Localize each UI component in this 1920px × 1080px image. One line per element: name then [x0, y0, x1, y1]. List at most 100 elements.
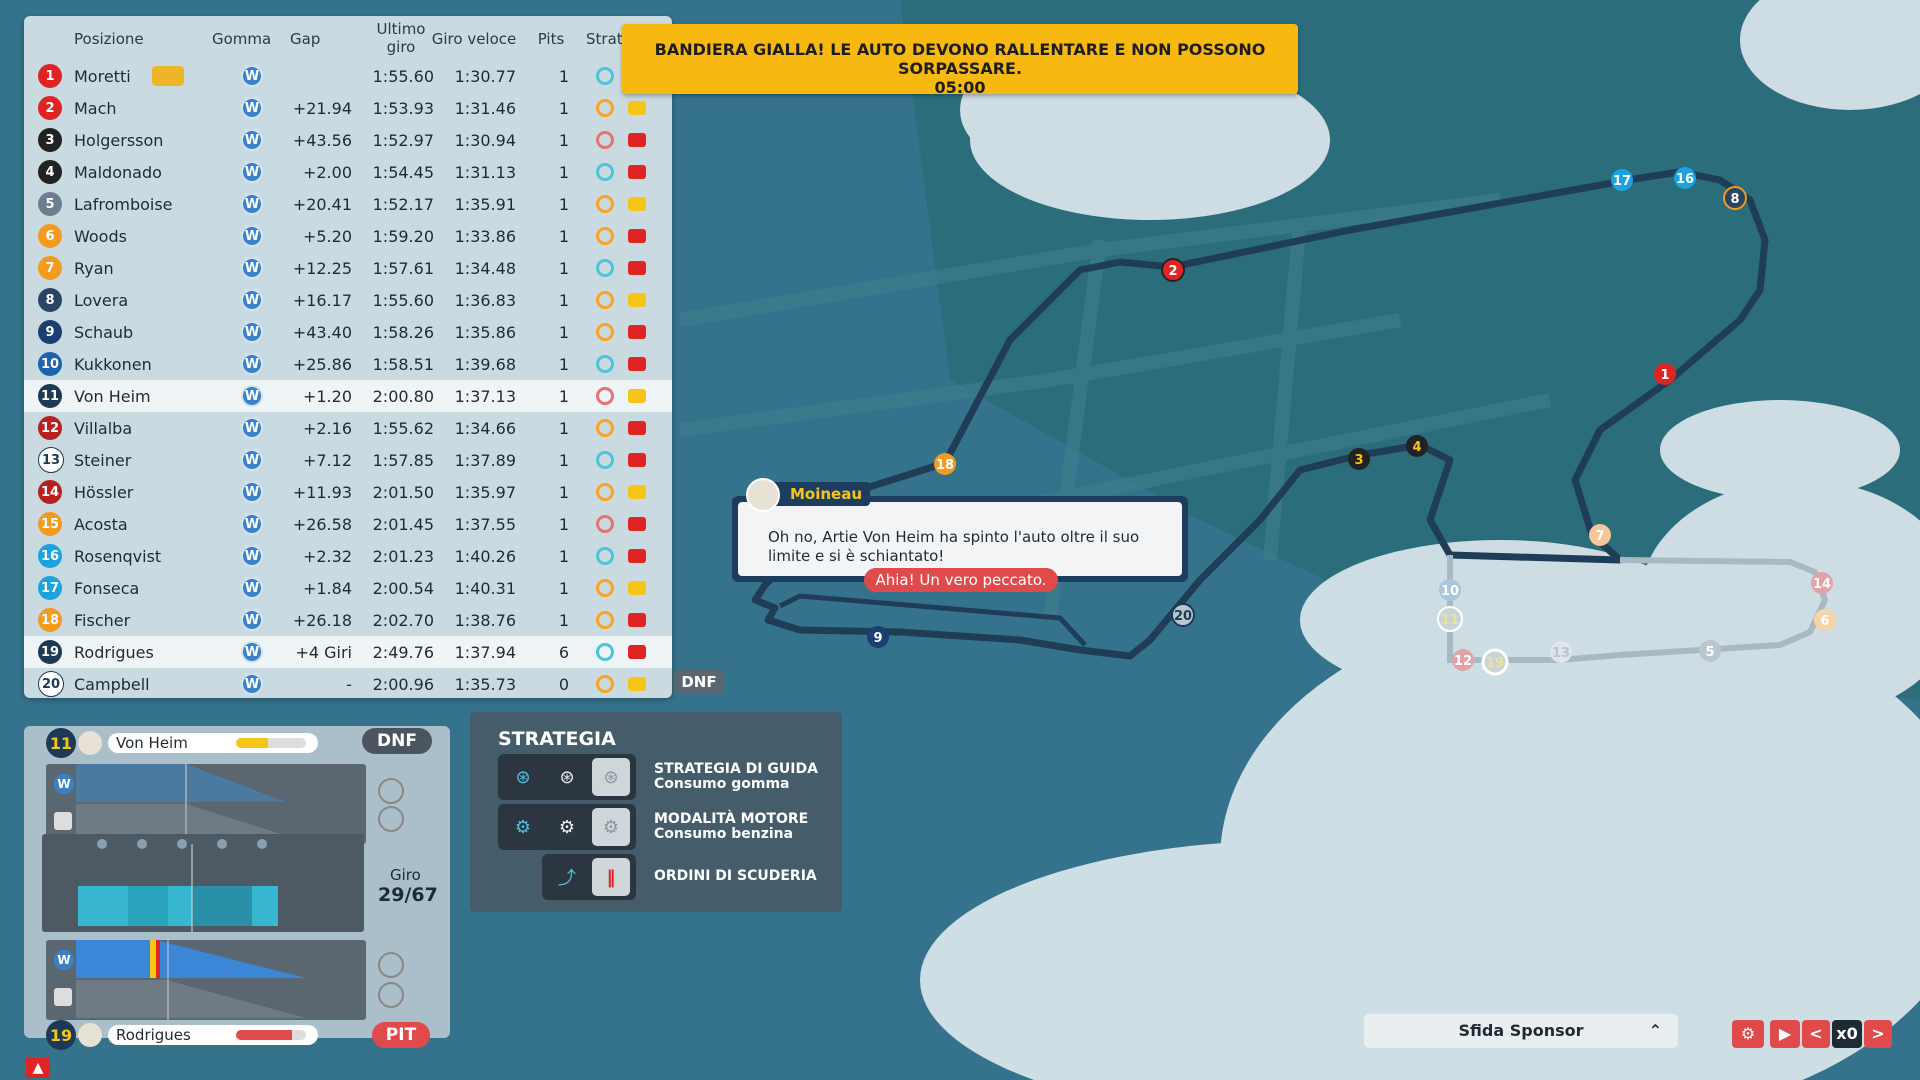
dialog-reply-button[interactable]: Ahia! Un vero peccato. [864, 568, 1058, 592]
table-row[interactable]: 9 Schaub W +43.40 1:58.26 1:35.86 1 [24, 316, 672, 348]
gap-value: +26.18 [292, 610, 352, 630]
drive-strategy-selector: ⊛ ⊛ ⊛ [498, 754, 636, 800]
drive-conserve-icon[interactable]: ⊛ [592, 758, 630, 796]
pits-value: 1 [558, 130, 570, 150]
position-badge: 16 [38, 544, 62, 568]
strategy-title: STRATEGIA [498, 728, 616, 750]
driver1-avatar [78, 731, 102, 755]
engine-high-icon[interactable]: ⚙ [504, 808, 542, 846]
table-row[interactable]: 10 Kukkonen W +25.86 1:58.51 1:39.68 1 [24, 348, 672, 380]
sponsor-challenge[interactable]: Sfida Sponsor ⌃ [1364, 1014, 1678, 1048]
table-row[interactable]: 12 Villalba W +2.16 1:55.62 1:34.66 1 [24, 412, 672, 444]
engine-medium-icon[interactable]: ⚙ [548, 808, 586, 846]
driver-name: Rodrigues [74, 642, 154, 662]
tyre-icon: W [241, 481, 263, 503]
gap-value: +26.58 [292, 514, 352, 534]
col-gap[interactable]: Gap [290, 30, 320, 48]
col-fastest[interactable]: Giro veloce [424, 30, 524, 48]
last-lap-value: 2:00.80 [372, 386, 434, 406]
col-tyre[interactable]: Gomma [212, 30, 271, 48]
table-row[interactable]: 13 Steiner W +7.12 1:57.85 1:37.89 1 [24, 444, 672, 476]
drive-strategy-icon [596, 163, 614, 181]
table-row[interactable]: 1 Moretti W 1:55.60 1:30.77 1 [24, 60, 672, 92]
driver-name: Acosta [74, 514, 128, 534]
flag-timer: 05:00 [934, 78, 986, 97]
table-row[interactable]: 20 Campbell W -2:00.96 1:35.73 0 [24, 668, 672, 698]
driver2-tyre-icon: W [54, 950, 74, 970]
table-row[interactable]: 18 Fischer W +26.18 2:02.70 1:38.76 1 [24, 604, 672, 636]
fastest-lap-value: 1:37.13 [454, 386, 516, 406]
driver1-drive-icon[interactable] [378, 778, 404, 804]
drive-strategy-icon [596, 515, 614, 533]
table-row[interactable]: 2 Mach W +21.94 1:53.93 1:31.46 1 [24, 92, 672, 124]
table-row[interactable]: 19 Rodrigues W +4 Giri 2:49.76 1:37.94 6 [24, 636, 672, 668]
engine-mode-selector: ⚙ ⚙ ⚙ [498, 804, 636, 850]
last-lap-value: 2:02.70 [372, 610, 434, 630]
drive-strategy-icon [596, 451, 614, 469]
svg-text:14: 14 [1813, 577, 1831, 592]
car-marker-13: 13 [1550, 641, 1572, 663]
fastest-lap-value: 1:36.83 [454, 290, 516, 310]
warning-icon[interactable]: ▲ [26, 1058, 50, 1078]
pits-value: 1 [558, 546, 570, 566]
svg-text:1: 1 [1660, 368, 1669, 383]
driver-name: Moretti [74, 66, 131, 86]
car-marker-20: 20 [1171, 603, 1195, 627]
gap-value: +7.12 [302, 450, 352, 470]
gap-value: +11.93 [292, 482, 352, 502]
engine-low-icon[interactable]: ⚙ [592, 808, 630, 846]
table-header: Posizione Gomma Gap Ultimo giro Giro vel… [24, 16, 672, 60]
driver-name: Lafromboise [74, 194, 173, 214]
flag-message: BANDIERA GIALLA! LE AUTO DEVONO RALLENTA… [654, 40, 1266, 78]
table-row[interactable]: 16 Rosenqvist W +2.32 2:01.23 1:40.26 1 [24, 540, 672, 572]
position-badge: 18 [38, 608, 62, 632]
fastest-lap-value: 1:37.55 [454, 514, 516, 534]
drive-aggressive-icon[interactable]: ⊛ [504, 758, 542, 796]
table-row[interactable]: 3 Holgersson W +43.56 1:52.97 1:30.94 1 [24, 124, 672, 156]
table-row[interactable]: 15 Acosta W +26.58 2:01.45 1:37.55 1 [24, 508, 672, 540]
driver-name: Hössler [74, 482, 134, 502]
table-row[interactable]: 17 Fonseca W +1.84 2:00.54 1:40.31 1 [24, 572, 672, 604]
weather-graph [42, 834, 364, 932]
col-pits[interactable]: Pits [526, 30, 576, 48]
table-row[interactable]: 8 Lovera W +16.17 1:55.60 1:36.83 1 [24, 284, 672, 316]
driver-name: Campbell [74, 674, 150, 694]
last-lap-value: 1:58.26 [372, 322, 434, 342]
drive-strategy-icon [596, 387, 614, 405]
table-row[interactable]: 6 Woods W +5.20 1:59.20 1:33.86 1 [24, 220, 672, 252]
driver2-header[interactable]: 19 Rodrigues [46, 1020, 318, 1050]
engine-mode-icon [628, 389, 646, 403]
drive-balanced-icon[interactable]: ⊛ [548, 758, 586, 796]
driver2-avatar [78, 1023, 102, 1047]
svg-text:16: 16 [1676, 172, 1694, 187]
svg-text:10: 10 [1441, 584, 1459, 599]
svg-text:13: 13 [1552, 646, 1570, 661]
last-lap-value: 1:57.85 [372, 450, 434, 470]
settings-gear-icon[interactable]: ⚙ [1732, 1020, 1764, 1048]
driver-name: Kukkonen [74, 354, 152, 374]
table-row[interactable]: 4 Maldonado W +2.00 1:54.45 1:31.13 1 [24, 156, 672, 188]
driver2-engine-icon[interactable] [378, 982, 404, 1008]
driver-name: Lovera [74, 290, 129, 310]
table-row[interactable]: 5 Lafromboise W +20.41 1:52.17 1:35.91 1 [24, 188, 672, 220]
speed-down-button[interactable]: < [1802, 1020, 1830, 1048]
driver1-header[interactable]: 11 Von Heim [46, 728, 318, 758]
table-row[interactable]: 14 Hössler W +11.93 2:01.50 1:35.97 1 [24, 476, 672, 508]
table-row[interactable]: 11 Von Heim W +1.20 2:00.80 1:37.13 1 [24, 380, 672, 412]
driver-name: Fischer [74, 610, 131, 630]
table-row[interactable]: 7 Ryan W +12.25 1:57.61 1:34.48 1 [24, 252, 672, 284]
speed-up-button[interactable]: > [1864, 1020, 1892, 1048]
col-position[interactable]: Posizione [74, 30, 144, 48]
engine-mode-icon [628, 645, 646, 659]
team-order-go-icon[interactable]: ⤴ [548, 858, 586, 896]
driver-name: Woods [74, 226, 127, 246]
driver1-engine-icon[interactable] [378, 806, 404, 832]
engine-mode-icon [628, 261, 646, 275]
driver2-drive-icon[interactable] [378, 952, 404, 978]
standings-table: Posizione Gomma Gap Ultimo giro Giro vel… [24, 16, 672, 698]
tyre-icon: W [241, 641, 263, 663]
team-order-hold-icon[interactable]: ‖ [592, 858, 630, 896]
play-button[interactable]: ▶ [1770, 1020, 1800, 1048]
driver1-bar: Von Heim [108, 733, 318, 753]
driver1-wear-graph [46, 764, 366, 844]
